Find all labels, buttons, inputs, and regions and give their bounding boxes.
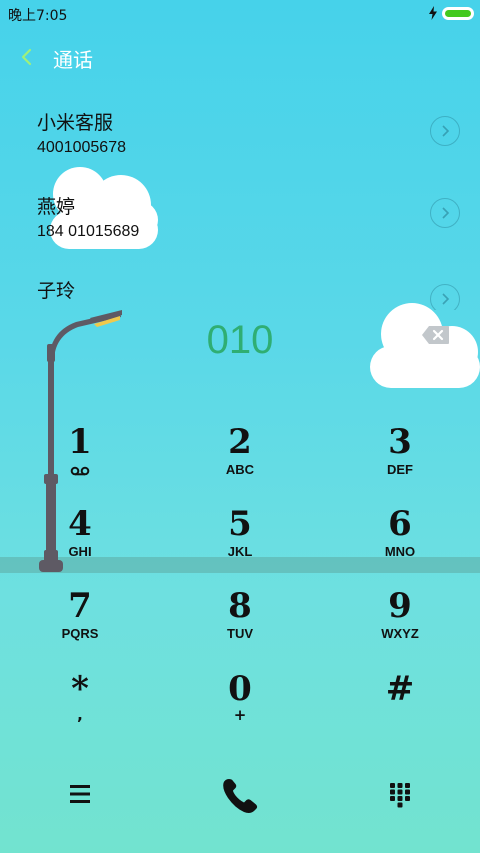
key-5[interactable]: 5 JKL <box>170 505 310 585</box>
key-6[interactable]: 6 MNO <box>330 505 470 585</box>
contact-detail-button[interactable] <box>430 198 460 228</box>
key-8[interactable]: 8 TUV <box>170 587 310 667</box>
key-letters: ABC <box>225 462 255 477</box>
key-digit: * <box>71 669 89 709</box>
key-digit: 3 <box>388 422 412 462</box>
key-symbol: + <box>233 706 247 724</box>
key-digit: 9 <box>388 586 412 626</box>
charging-icon <box>429 6 437 20</box>
key-letters: PQRS <box>61 626 99 641</box>
key-letters: JKL <box>227 544 253 559</box>
key-9[interactable]: 9 WXYZ <box>330 587 470 667</box>
key-hash[interactable]: # <box>330 670 470 750</box>
key-4[interactable]: 4 GHI <box>10 505 150 585</box>
contact-row[interactable]: 小米客服 4001005678 <box>0 108 480 192</box>
key-digit: # <box>385 669 415 709</box>
key-0[interactable]: 0 + <box>170 670 310 750</box>
key-digit: 5 <box>228 504 252 544</box>
contact-name: 子玲 <box>37 280 76 302</box>
key-3[interactable]: 3 DEF <box>330 423 470 503</box>
contact-number: 4001005678 <box>37 139 126 156</box>
key-1[interactable]: 1 <box>10 423 150 503</box>
key-letters: GHI <box>68 544 92 559</box>
battery-icon <box>442 7 474 20</box>
key-digit: 7 <box>68 586 92 626</box>
contact-name: 燕婷 <box>37 196 76 218</box>
key-digit: 4 <box>68 504 92 544</box>
key-letters: WXYZ <box>381 626 419 641</box>
voicemail-icon <box>70 466 90 476</box>
key-letters: TUV <box>227 626 253 641</box>
contact-number: 184 01015689 <box>37 223 140 240</box>
chevron-right-icon <box>442 125 450 137</box>
status-time: 晚上7:05 <box>8 8 68 24</box>
key-symbol: , <box>77 706 83 724</box>
key-digit: 8 <box>228 586 252 626</box>
contact-row[interactable]: 燕婷 184 01015689 <box>0 192 480 276</box>
key-2[interactable]: 2 ABC <box>170 423 310 503</box>
page-title: 通话 <box>53 48 93 72</box>
dialpad-icon[interactable] <box>388 782 412 808</box>
battery-fill <box>445 10 471 17</box>
contact-detail-button[interactable] <box>430 116 460 146</box>
key-digit: 6 <box>388 504 412 544</box>
key-letters: DEF <box>387 462 413 477</box>
key-7[interactable]: 7 PQRS <box>10 587 150 667</box>
key-letters: MNO <box>384 544 416 559</box>
chevron-right-icon <box>442 207 450 219</box>
key-digit: 0 <box>228 669 252 709</box>
menu-icon[interactable] <box>66 782 94 806</box>
contact-name: 小米客服 <box>37 112 114 134</box>
phone-icon[interactable] <box>220 776 260 816</box>
chevron-left-icon[interactable] <box>14 44 42 72</box>
key-digit: 1 <box>68 422 92 462</box>
key-star[interactable]: * , <box>10 670 150 750</box>
dialer-screen: 晚上7:05 通话 小米客服 4001005678 燕婷 184 0101568… <box>0 0 480 853</box>
key-digit: 2 <box>228 422 252 462</box>
